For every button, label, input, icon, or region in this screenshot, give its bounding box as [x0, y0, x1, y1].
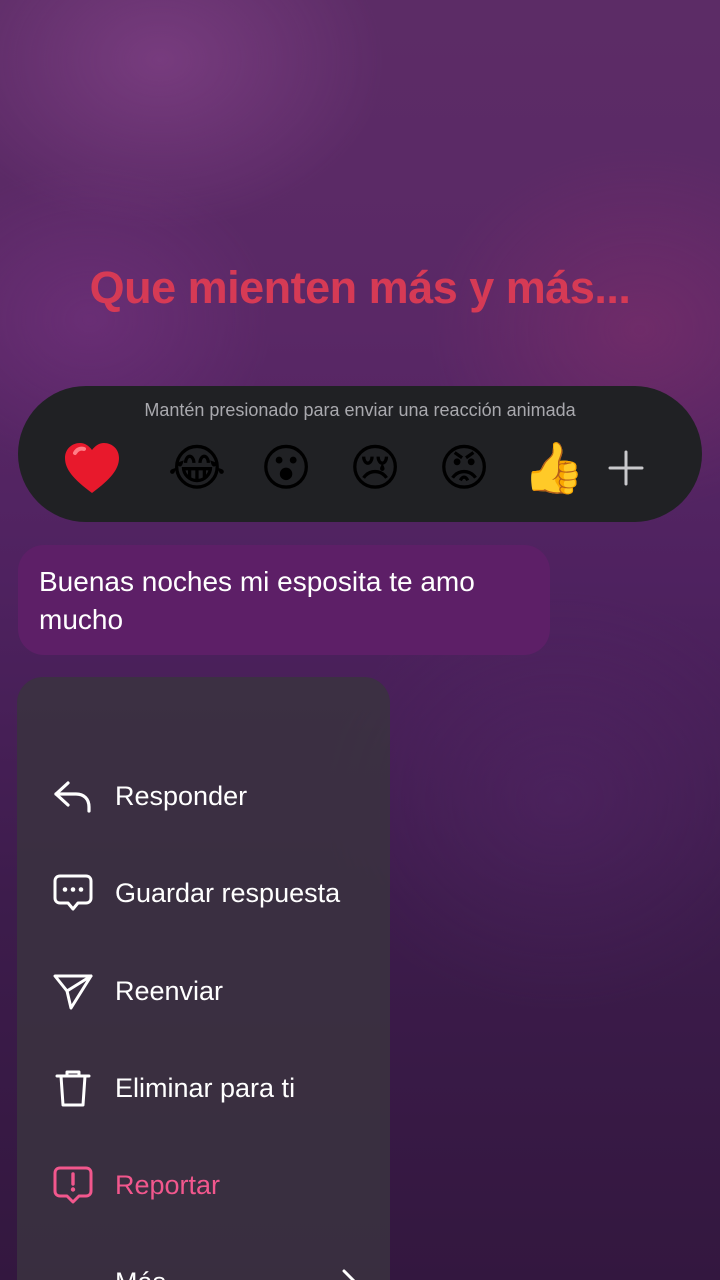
heart-icon — [65, 443, 119, 493]
menu-label-reply: Responder — [115, 780, 248, 811]
reaction-angry-button[interactable]: 😡 — [432, 436, 496, 500]
reaction-thumbs-up-button[interactable]: 👍 — [522, 436, 586, 500]
overlay-text: Que mienten más y más... — [89, 262, 631, 313]
saved-reply-icon — [51, 871, 95, 915]
message-text: Buenas noches mi esposita te amo mucho — [39, 566, 475, 635]
menu-label-forward: Reenviar — [115, 975, 224, 1006]
message-context-menu: Responder Guardar respuesta Reenviar Eli… — [17, 677, 390, 1280]
reaction-surprised-button[interactable]: 😮 — [254, 436, 318, 500]
menu-item-reply[interactable]: Responder — [17, 761, 390, 831]
message-bubble[interactable]: Buenas noches mi esposita te amo mucho — [18, 545, 550, 655]
menu-label-more: Más — [115, 1267, 166, 1280]
menu-label-report: Reportar — [115, 1169, 221, 1200]
menu-item-save-reply[interactable]: Guardar respuesta — [17, 858, 390, 928]
menu-item-report[interactable]: Reportar — [17, 1150, 390, 1220]
menu-item-more[interactable]: Más — [17, 1247, 390, 1280]
more-reactions-button[interactable] — [596, 436, 656, 500]
menu-label-save-reply: Guardar respuesta — [115, 877, 341, 908]
reaction-bar: Mantén presionado para enviar una reacci… — [18, 386, 702, 522]
menu-label-delete: Eliminar para ti — [115, 1072, 296, 1103]
trash-icon — [51, 1066, 95, 1110]
plus-icon — [608, 450, 644, 486]
reply-icon — [51, 774, 95, 818]
report-icon — [51, 1163, 95, 1207]
reaction-emoji-row: 😂 😮 😢 😡 👍 — [18, 436, 702, 500]
forward-icon — [51, 969, 95, 1013]
chevron-right-icon — [329, 1262, 369, 1280]
reaction-joy-button[interactable]: 😂 — [165, 436, 229, 500]
reaction-hint: Mantén presionado para enviar una reacci… — [144, 400, 576, 420]
reaction-crying-button[interactable]: 😢 — [343, 436, 407, 500]
menu-item-forward[interactable]: Reenviar — [17, 956, 390, 1026]
menu-item-delete[interactable]: Eliminar para ti — [17, 1053, 390, 1123]
reaction-heart-button[interactable] — [60, 436, 124, 500]
